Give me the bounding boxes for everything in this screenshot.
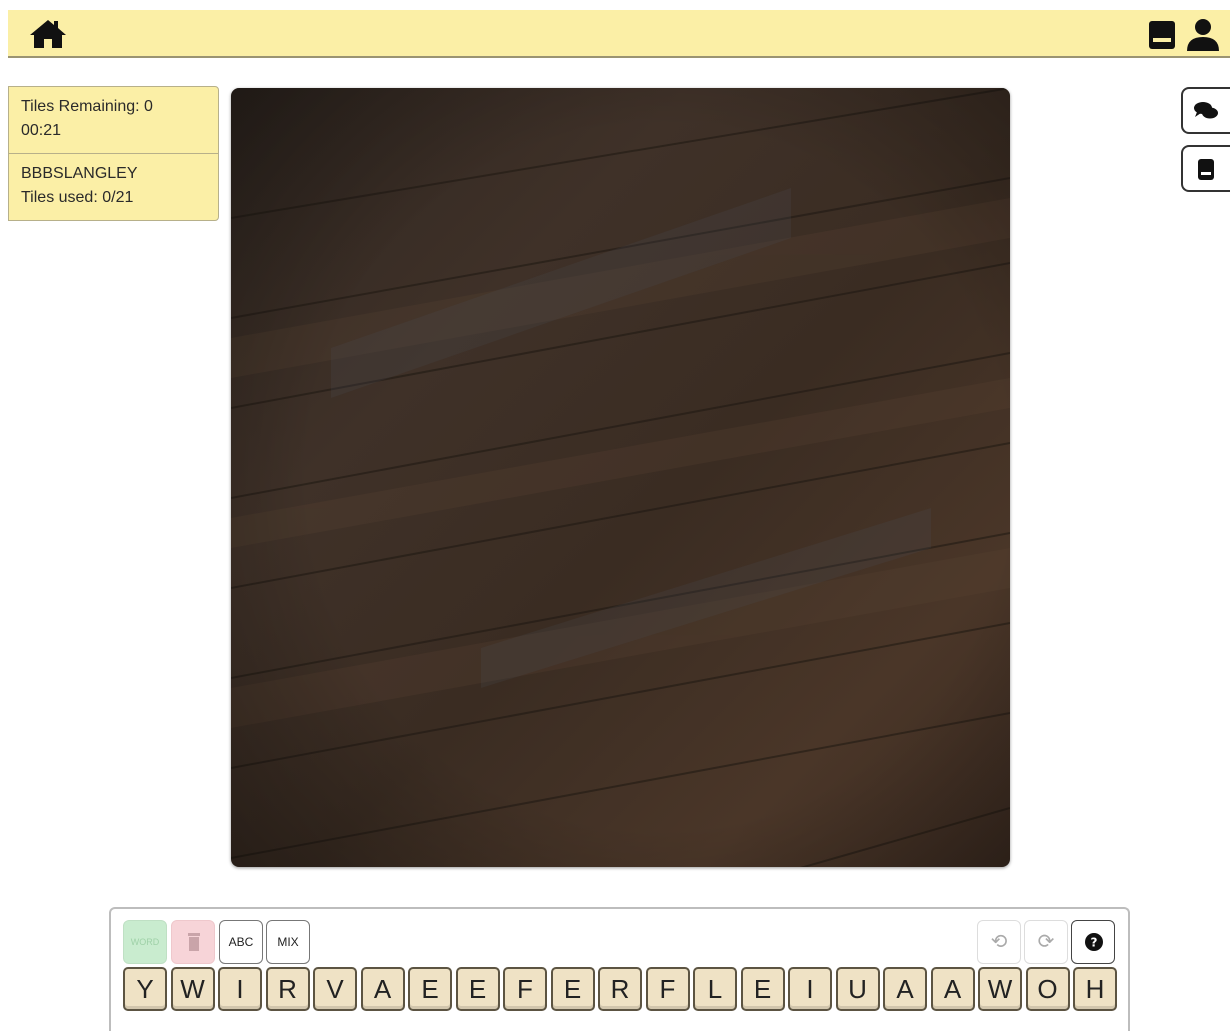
letter-tile[interactable]: F [645, 967, 690, 1011]
dictionary-button[interactable] [1181, 145, 1230, 192]
svg-text:?: ? [1091, 936, 1098, 950]
undo-button[interactable]: ⟲ [977, 920, 1021, 964]
letter-tile[interactable]: W [170, 967, 215, 1011]
wood-board-texture [231, 88, 1010, 867]
letter-tile[interactable]: R [598, 967, 642, 1011]
letter-tile[interactable]: L [693, 967, 737, 1011]
letter-tile[interactable]: O [1025, 967, 1070, 1011]
letter-tile[interactable]: R [265, 967, 310, 1011]
help-icon: ? [1085, 933, 1103, 951]
shuffle-mix-button[interactable]: MIX [266, 920, 310, 964]
game-board[interactable] [231, 88, 1010, 867]
home-icon[interactable] [28, 18, 68, 50]
user-icon[interactable] [1184, 18, 1222, 52]
submit-word-button[interactable]: WORD [123, 920, 167, 964]
letter-tile[interactable]: A [930, 967, 975, 1011]
tiles-used: Tiles used: 0/21 [21, 189, 134, 206]
letter-tile[interactable]: F [503, 967, 547, 1011]
help-button[interactable]: ? [1071, 920, 1115, 964]
player-panel: BBBSLANGLEY Tiles used: 0/21 [8, 153, 219, 221]
letter-tile[interactable]: E [455, 967, 500, 1011]
trash-button[interactable] [171, 920, 215, 964]
chat-button[interactable] [1181, 87, 1230, 134]
trash-icon [188, 933, 200, 951]
redo-button[interactable]: ⟳ [1024, 920, 1068, 964]
letter-tile[interactable]: E [550, 967, 595, 1011]
chat-icon [1194, 102, 1218, 119]
letter-tile[interactable]: U [835, 967, 880, 1011]
tile-rack: WORD ABC MIX ⟲ ⟳ ? YWIRVAEEFERFLEIUAAWOH [109, 907, 1130, 1031]
letter-tile[interactable]: I [218, 967, 262, 1011]
sort-abc-button[interactable]: ABC [219, 920, 263, 964]
timer: 00:21 [21, 122, 62, 139]
letter-tile[interactable]: Y [123, 967, 167, 1011]
letter-tile[interactable]: I [788, 967, 832, 1011]
letter-tile[interactable]: W [978, 967, 1022, 1011]
letter-tile[interactable]: E [408, 967, 452, 1011]
book-icon[interactable] [1145, 19, 1179, 51]
rack-tiles: YWIRVAEEFERFLEIUAAWOH [123, 967, 1123, 1011]
player-name: BBBSLANGLEY [21, 165, 138, 182]
letter-tile[interactable]: H [1073, 967, 1117, 1011]
game-status-panel: Tiles Remaining: 0 00:21 [8, 86, 219, 154]
letter-tile[interactable]: A [883, 967, 927, 1011]
letter-tile[interactable]: V [313, 967, 357, 1011]
letter-tile[interactable]: A [360, 967, 405, 1011]
top-bar [8, 10, 1230, 58]
tiles-remaining: Tiles Remaining: 0 [21, 98, 153, 115]
book-icon [1198, 159, 1214, 180]
letter-tile[interactable]: E [740, 967, 785, 1011]
